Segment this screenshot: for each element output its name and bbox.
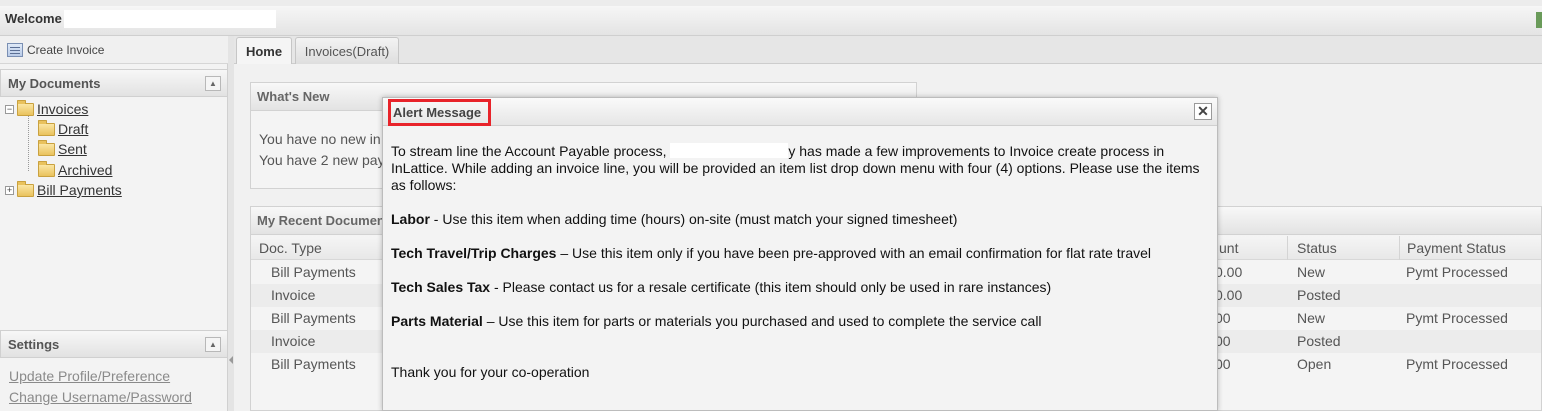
- alert-title: Alert Message: [388, 99, 492, 126]
- intro-text: To stream line the Account Payable proce…: [391, 143, 667, 159]
- cell-payment-status: Pymt Processed: [1406, 356, 1508, 372]
- cell-payment-status: Pymt Processed: [1406, 310, 1508, 326]
- item-text: – Use this item for parts or materials y…: [482, 313, 1042, 329]
- bill-payments-link[interactable]: Bill Payments: [37, 182, 122, 198]
- tree-item-invoices[interactable]: − Invoices: [5, 99, 88, 118]
- news-line: You have no new in: [259, 131, 381, 147]
- alert-dialog: Alert Message ✕ To stream line the Accou…: [382, 97, 1218, 411]
- tab-home[interactable]: Home: [236, 37, 292, 64]
- tab-invoices-draft[interactable]: Invoices(Draft): [295, 37, 399, 64]
- folder-icon: [38, 160, 55, 177]
- column-status[interactable]: Status: [1297, 240, 1337, 256]
- cell-payment-status: Pymt Processed: [1406, 264, 1508, 280]
- collapse-icon[interactable]: ▲: [205, 337, 221, 352]
- cell-status: Posted: [1297, 333, 1341, 349]
- top-bar: Welcome: [0, 0, 1542, 36]
- tree-item-draft[interactable]: Draft: [38, 119, 88, 138]
- column-amount[interactable]: unt: [1219, 240, 1238, 256]
- create-invoice-button[interactable]: Create Invoice: [0, 36, 228, 64]
- tree-item-sent[interactable]: Sent: [38, 139, 87, 158]
- alert-closing: Thank you for your co-operation: [391, 364, 590, 380]
- alert-intro: To stream line the Account Payable proce…: [391, 143, 1213, 194]
- intro-text: y has made a few improvements to Invoice…: [788, 143, 1165, 159]
- settings-title: Settings: [8, 336, 60, 352]
- cell-doc-type: Bill Payments: [271, 264, 356, 280]
- folder-icon: [17, 180, 34, 197]
- cell-doc-type: Invoice: [271, 333, 316, 349]
- draft-link[interactable]: Draft: [58, 121, 88, 137]
- item-text: - Please contact us for a resale certifi…: [490, 279, 1052, 295]
- news-line: You have 2 new pay: [259, 152, 385, 168]
- cell-status: Open: [1297, 356, 1332, 372]
- settings-links: Update Profile/Preference Change Usernam…: [9, 368, 192, 410]
- tree-item-bill-payments[interactable]: + Bill Payments: [5, 180, 122, 199]
- alert-dialog-header[interactable]: Alert Message ✕: [383, 98, 1217, 126]
- folder-icon: [38, 139, 55, 156]
- cell-doc-type: Bill Payments: [271, 310, 356, 326]
- column-separator: [1399, 236, 1400, 260]
- column-separator: [1287, 236, 1288, 260]
- redacted-username: [64, 10, 276, 28]
- item-text: - Use this item when adding time (hours)…: [429, 211, 958, 227]
- settings-header: Settings ▲: [0, 330, 228, 358]
- left-panel: Create Invoice My Documents ▲ − Invoices…: [0, 36, 228, 411]
- status-icon[interactable]: [1536, 12, 1542, 28]
- alert-item-travel: Tech Travel/Trip Charges – Use this item…: [391, 245, 1213, 262]
- alert-item-sales-tax: Tech Sales Tax - Please contact us for a…: [391, 279, 1213, 296]
- item-name: Tech Sales Tax: [391, 279, 491, 295]
- archived-link[interactable]: Archived: [58, 162, 112, 178]
- intro-text: InLattice. While adding an invoice line,…: [391, 160, 1200, 176]
- item-name: Tech Travel/Trip Charges: [391, 245, 557, 261]
- form-icon: [7, 42, 23, 57]
- folder-icon: [38, 119, 55, 136]
- cell-status: New: [1297, 310, 1326, 326]
- create-invoice-label: Create Invoice: [27, 42, 105, 57]
- cell-status: Posted: [1297, 287, 1341, 303]
- intro-text: as follows:: [391, 177, 457, 193]
- welcome-text: Welcome: [5, 11, 62, 26]
- cell-status: New: [1297, 264, 1326, 280]
- redacted-company: [670, 143, 789, 158]
- cell-doc-type: Invoice: [271, 287, 316, 303]
- alert-item-parts: Parts Material – Use this item for parts…: [391, 313, 1213, 330]
- cell-amount: 0.00: [1215, 264, 1243, 280]
- item-name: Labor: [391, 211, 430, 227]
- folder-icon: [17, 99, 34, 116]
- collapse-arrow-icon[interactable]: [229, 356, 233, 364]
- my-documents-header: My Documents ▲: [0, 69, 228, 97]
- alert-item-labor: Labor - Use this item when adding time (…: [391, 211, 1213, 228]
- column-doc-type[interactable]: Doc. Type: [259, 240, 322, 256]
- item-name: Parts Material: [391, 313, 483, 329]
- column-payment-status[interactable]: Payment Status: [1407, 240, 1506, 256]
- my-documents-title: My Documents: [8, 75, 101, 91]
- item-text: – Use this item only if you have been pr…: [556, 245, 1151, 261]
- change-username-link[interactable]: Change Username/Password: [9, 389, 192, 410]
- tree-connector: [28, 109, 29, 171]
- update-profile-link[interactable]: Update Profile/Preference: [9, 368, 192, 389]
- expand-node-icon[interactable]: +: [5, 185, 14, 195]
- cell-amount: 0.00: [1215, 287, 1243, 303]
- tab-bar: Home Invoices(Draft): [234, 36, 1542, 64]
- close-icon[interactable]: ✕: [1194, 103, 1212, 120]
- sent-link[interactable]: Sent: [58, 141, 87, 157]
- collapse-node-icon[interactable]: −: [5, 104, 14, 114]
- invoices-link[interactable]: Invoices: [37, 101, 88, 117]
- cell-doc-type: Bill Payments: [271, 356, 356, 372]
- tree-item-archived[interactable]: Archived: [38, 160, 112, 179]
- collapse-icon[interactable]: ▲: [205, 76, 221, 91]
